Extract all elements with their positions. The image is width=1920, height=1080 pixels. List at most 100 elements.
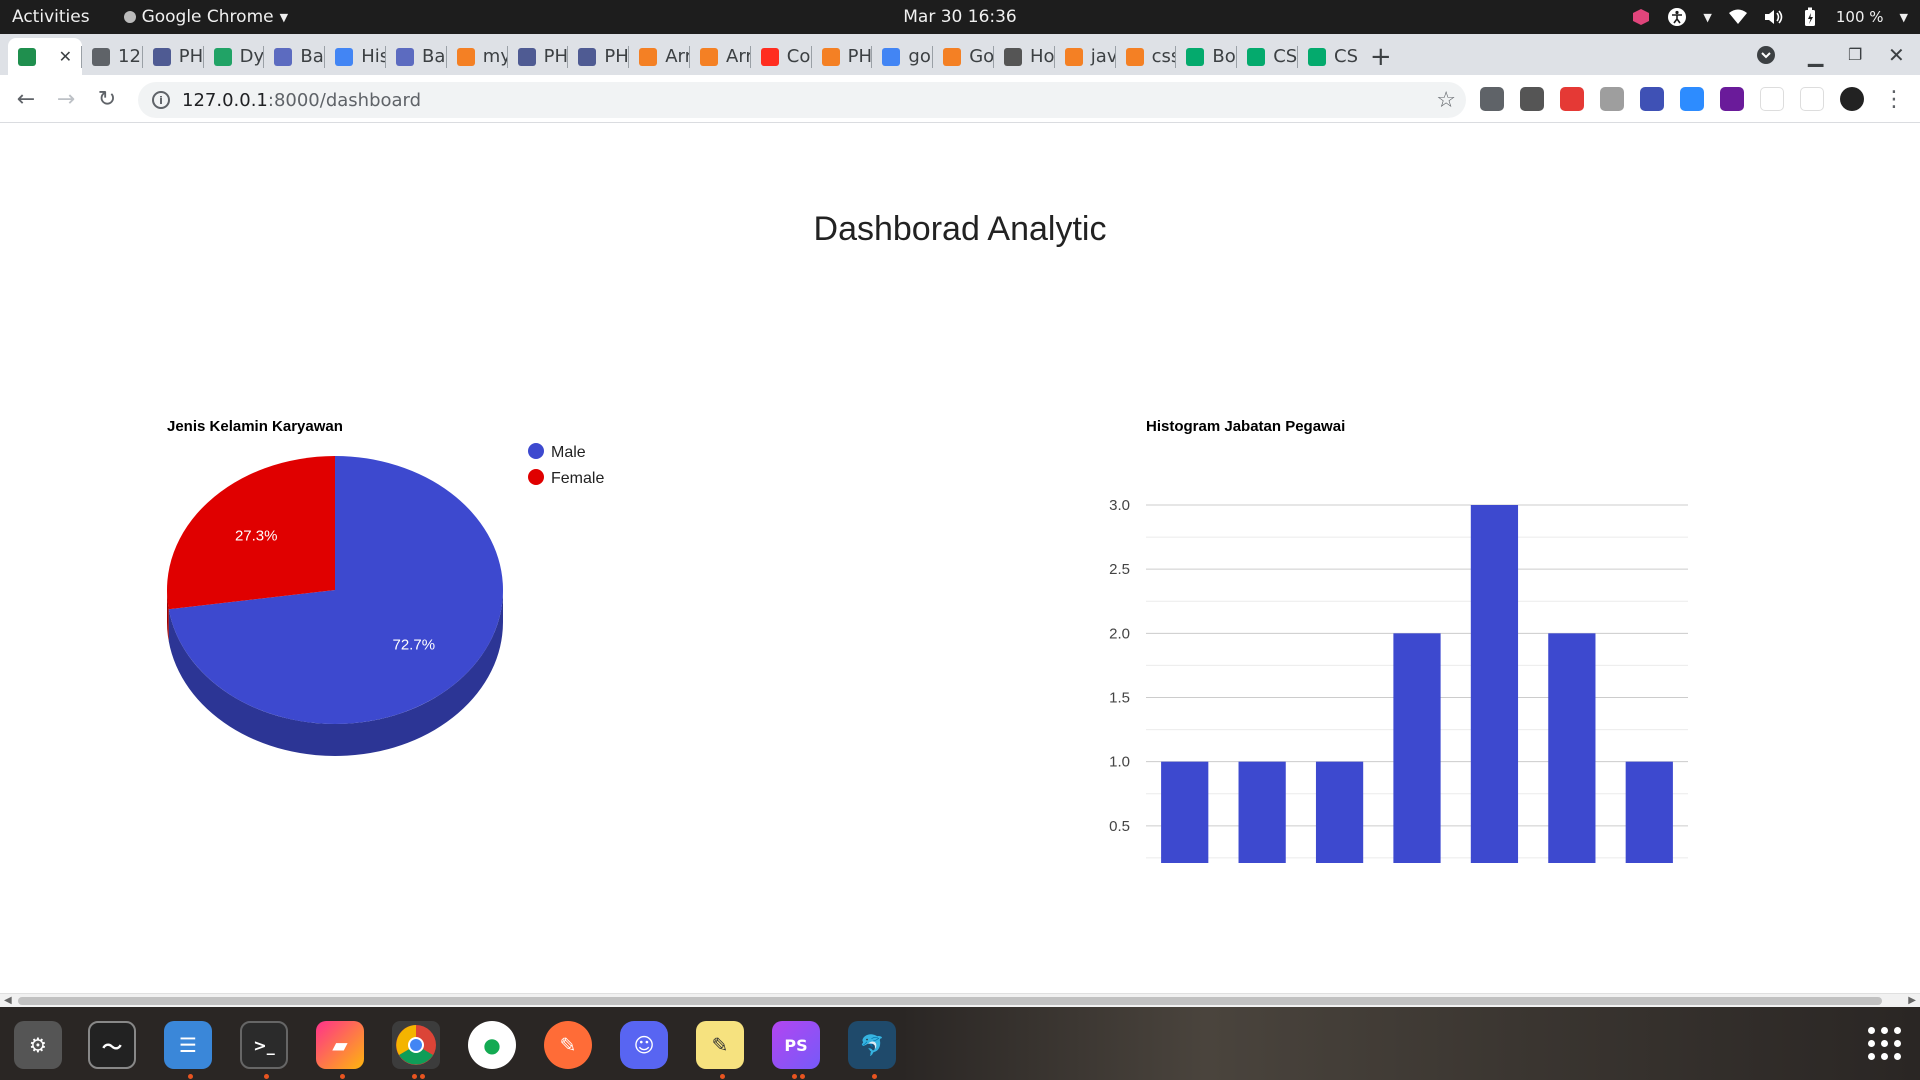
mongodb-compass-icon[interactable]: ●: [468, 1021, 516, 1069]
terminal-icon[interactable]: >_: [240, 1021, 288, 1069]
legend-swatch: [528, 469, 544, 485]
url-path: :8000/dashboard: [267, 89, 422, 111]
code-icon: [274, 47, 293, 66]
accessibility-icon[interactable]: [1667, 7, 1687, 27]
browser-tab[interactable]: Ba: [386, 38, 447, 75]
new-tab-button[interactable]: +: [1365, 38, 1397, 75]
code-icon: [396, 47, 414, 66]
site-info-icon[interactable]: i: [152, 91, 170, 109]
tab-label: CS: [1334, 46, 1358, 67]
legend-label: Female: [551, 470, 604, 487]
forward-button[interactable]: →: [52, 85, 80, 113]
discord-icon[interactable]: ☺: [620, 1021, 668, 1069]
owl-extension-icon[interactable]: [1640, 87, 1664, 111]
browser-tab[interactable]: Dy: [204, 38, 265, 75]
scroll-left-arrow[interactable]: ◀: [4, 995, 12, 1006]
tab-label: PH: [604, 46, 629, 67]
browser-tab[interactable]: css: [1116, 38, 1176, 75]
browser-tab[interactable]: Arr: [690, 38, 751, 75]
php-icon: [152, 47, 171, 66]
browser-tab[interactable]: Arr: [629, 38, 690, 75]
browser-tab[interactable]: Bo: [1176, 38, 1237, 75]
php-icon: [578, 47, 597, 66]
phpstorm-icon[interactable]: PS: [772, 1021, 820, 1069]
php-icon: [517, 47, 536, 66]
app-menu-label: Google Chrome: [141, 7, 274, 27]
scroll-right-arrow[interactable]: ▶: [1908, 995, 1916, 1006]
close-tab-icon[interactable]: ✕: [59, 47, 72, 66]
restore-button[interactable]: ❐: [1848, 34, 1862, 75]
video-extension-icon[interactable]: [1560, 87, 1584, 111]
mysql-workbench-icon[interactable]: 🐬: [848, 1021, 896, 1069]
circle-extension-icon[interactable]: [1520, 87, 1544, 111]
wifi-icon[interactable]: [1728, 7, 1748, 27]
browser-tab[interactable]: PH: [812, 38, 873, 75]
bar: [1315, 761, 1364, 863]
text-editor-icon[interactable]: ✎: [696, 1021, 744, 1069]
browser-tab[interactable]: Ba: [264, 38, 325, 75]
back-button[interactable]: ←: [12, 85, 40, 113]
tab-search-button[interactable]: [1756, 34, 1776, 75]
address-bar[interactable]: i 127.0.0.1:8000/dashboard ☆: [138, 82, 1466, 118]
google-icon: [882, 47, 901, 66]
browser-tab[interactable]: PH: [568, 38, 629, 75]
tp-extension-icon[interactable]: [1760, 87, 1784, 111]
browser-tab[interactable]: Co: [751, 38, 812, 75]
volume-icon[interactable]: [1764, 7, 1784, 27]
browser-tab[interactable]: 12: [82, 38, 143, 75]
browser-tab[interactable]: my: [447, 38, 508, 75]
battery-icon[interactable]: [1800, 7, 1820, 27]
stackoverflow-icon: [821, 47, 840, 66]
jetbrains-toolbox-icon[interactable]: ▰: [316, 1021, 364, 1069]
browser-tab[interactable]: PH: [143, 38, 204, 75]
tab-label: His: [361, 46, 386, 67]
browser-tab[interactable]: PH: [508, 38, 569, 75]
purple-extension-icon[interactable]: [1720, 87, 1744, 111]
tab-label: PH: [178, 46, 204, 67]
tab-strip: ✕ 12 PH Dy Ba His Ba my PH PH Arr Arr Co PH go Go Ho jav c…: [0, 34, 1920, 75]
postman-icon[interactable]: ✎: [544, 1021, 592, 1069]
bar: [1548, 633, 1596, 863]
browser-tab[interactable]: CS: [1298, 38, 1359, 75]
show-applications-icon[interactable]: [1868, 1027, 1902, 1061]
stackoverflow-icon: [943, 47, 962, 66]
browser-tab[interactable]: jav: [1055, 38, 1116, 75]
system-tray[interactable]: ▼ 100 % ▼: [1631, 0, 1908, 34]
bar: [1470, 505, 1519, 863]
chrome-menu-button[interactable]: ⋮: [1880, 85, 1908, 113]
chrome-icon[interactable]: [392, 1021, 440, 1069]
reload-button[interactable]: ↻: [93, 85, 121, 113]
w3schools-icon: [1308, 47, 1326, 66]
y-tick-label: 2.0: [1109, 625, 1130, 642]
minimize-button[interactable]: ▁: [1808, 34, 1823, 75]
chevron-down-icon: ▼: [1703, 10, 1712, 24]
activities-button[interactable]: Activities: [12, 7, 90, 27]
horizontal-scrollbar[interactable]: ◀ ▶: [0, 993, 1920, 1007]
settings-icon[interactable]: ⚙: [14, 1021, 62, 1069]
zoom-extension-icon[interactable]: [1680, 87, 1704, 111]
browser-tab[interactable]: go: [872, 38, 933, 75]
app-indicator-icon[interactable]: [1631, 7, 1651, 27]
chat-extension-icon[interactable]: [1480, 87, 1504, 111]
browser-tab[interactable]: Ho: [994, 38, 1055, 75]
browser-tab[interactable]: ✕: [8, 38, 82, 75]
url-host: 127.0.0.1: [182, 89, 268, 111]
profile-avatar-icon[interactable]: [1840, 87, 1864, 111]
vue-extension-icon[interactable]: [1600, 87, 1624, 111]
y-tick-label: 2.5: [1109, 561, 1130, 578]
bookmark-star-icon[interactable]: ☆: [1436, 88, 1456, 113]
system-monitor-icon[interactable]: 〜: [88, 1021, 136, 1069]
puzzle-icon[interactable]: [1800, 87, 1824, 111]
stackoverflow-icon: [456, 47, 475, 66]
browser-tab[interactable]: Go: [933, 38, 994, 75]
laravel-green-icon: [18, 47, 36, 66]
browser-tab[interactable]: His: [325, 38, 386, 75]
scrollbar-thumb[interactable]: [18, 997, 1882, 1005]
app-menu[interactable]: Google Chrome ▼: [123, 7, 288, 27]
file-manager-icon[interactable]: ☰: [164, 1021, 212, 1069]
tab-label: PH: [543, 46, 568, 67]
browser-tab[interactable]: CS: [1237, 38, 1298, 75]
globe-icon: [92, 47, 110, 66]
close-window-button[interactable]: ✕: [1888, 34, 1905, 75]
y-tick-label: 0.5: [1109, 818, 1130, 835]
